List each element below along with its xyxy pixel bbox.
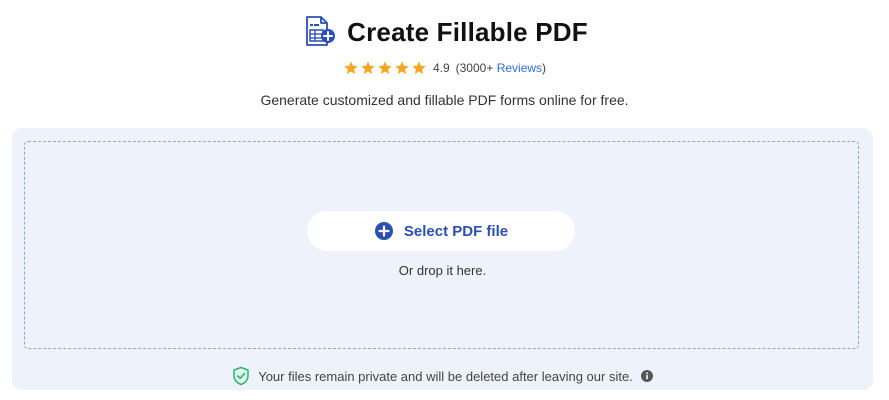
star-rating [343, 60, 427, 76]
select-pdf-label: Select PDF file [403, 222, 509, 240]
plus-circle-icon [374, 222, 393, 240]
header: Create Fillable PDF [0, 14, 889, 50]
page: Create Fillable PDF 4.9 (3000+ Reviews) … [0, 0, 889, 400]
fillable-pdf-document-icon [306, 16, 336, 46]
review-count-suffix: ) [542, 61, 547, 75]
shield-check-icon [233, 366, 249, 386]
privacy-notice: Your files remain private and will be de… [12, 366, 873, 386]
rating: 4.9 (3000+ Reviews) [0, 60, 889, 76]
rating-score: 4.9 [432, 61, 450, 75]
info-icon[interactable] [640, 370, 653, 382]
star-icon [344, 61, 358, 74]
star-icon [361, 61, 375, 74]
drop-zone[interactable]: Select PDF file Or drop it here. [24, 141, 859, 349]
reviews-link[interactable]: Reviews [497, 61, 542, 75]
page-title: Create Fillable PDF [347, 16, 588, 47]
star-icon [395, 61, 409, 74]
star-icon [378, 61, 392, 74]
upload-panel: Select PDF file Or drop it here. Your fi… [12, 128, 873, 390]
privacy-text: Your files remain private and will be de… [258, 368, 633, 384]
star-icon [412, 61, 426, 74]
page-subtitle: Generate customized and fillable PDF for… [260, 92, 629, 108]
select-pdf-button[interactable]: Select PDF file [307, 211, 575, 251]
review-count-prefix: (3000+ [455, 61, 497, 75]
drop-hint: Or drop it here. [398, 263, 487, 278]
review-count: (3000+ Reviews) [456, 61, 546, 75]
